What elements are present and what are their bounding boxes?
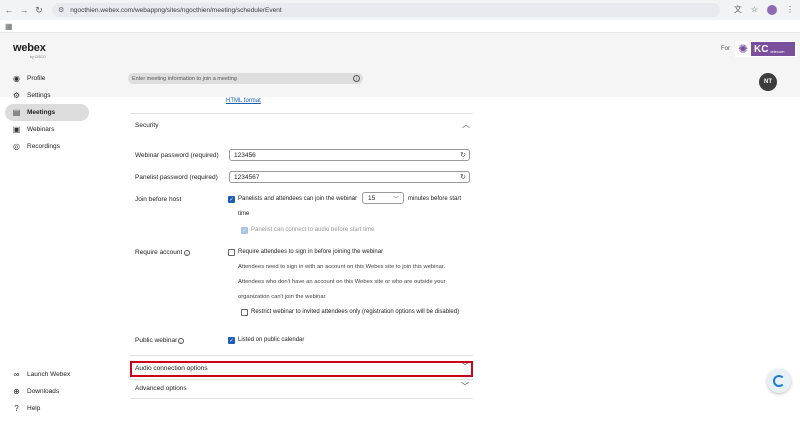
bookmarks-bar: ▦ <box>0 20 800 33</box>
browser-actions: 文 ☆ ⋮ <box>734 4 794 15</box>
sidebar-item-downloads[interactable]: ⊕ Downloads <box>5 383 89 400</box>
divider <box>130 113 473 114</box>
minutes-before-text: minutes before start <box>408 196 462 202</box>
org-logo: ✺ KC telecom <box>735 41 797 57</box>
sidebar-item-label: Settings <box>27 92 51 99</box>
regenerate-icon[interactable]: ↻ <box>460 173 466 181</box>
reload-icon[interactable]: ↻ <box>33 4 45 16</box>
security-section-title: Security <box>135 122 159 129</box>
help-icon: ? <box>14 404 19 413</box>
divider <box>130 398 473 399</box>
assistant-icon <box>773 375 785 387</box>
sidebar-item-launch-webex[interactable]: ∞ Launch Webex <box>5 366 89 383</box>
sidebar-item-profile[interactable]: ◉ Profile <box>5 70 89 87</box>
sidebar-item-webinars[interactable]: ▣ Webinars <box>5 121 89 138</box>
advanced-options-title[interactable]: Advanced options <box>135 385 187 392</box>
sidebar-item-label: Recordings <box>27 143 60 150</box>
sidebar-item-help[interactable]: ? Help <box>5 400 89 417</box>
avatar[interactable]: NT <box>759 73 777 91</box>
info-icon[interactable]: i <box>178 338 184 344</box>
sidebar-item-meetings[interactable]: ▤ Meetings <box>5 104 89 121</box>
minutes-value: 15 <box>368 194 376 202</box>
public-webinar-checkbox[interactable]: ✓ <box>228 337 235 344</box>
join-before-host-checkbox[interactable]: ✓ <box>228 196 235 203</box>
join-before-host-label: Join before host <box>135 196 182 203</box>
schedule-form: HTML format Security ︿ Webinar password … <box>95 97 800 421</box>
record-icon: ◎ <box>13 142 20 151</box>
browser-profile-icon[interactable] <box>767 4 777 15</box>
sidebar-item-label: Launch Webex <box>27 371 71 378</box>
require-account-text: Require attendees to sign in before join… <box>238 249 384 255</box>
sidebar-item-recordings[interactable]: ◎ Recordings <box>5 138 89 155</box>
info-icon[interactable]: i <box>353 75 360 82</box>
calendar-icon: ▤ <box>12 108 21 117</box>
panelist-password-label: Panelist password (required) <box>135 174 218 181</box>
org-swirl-icon: ✺ <box>737 42 749 56</box>
url-text: ngocthien.webex.com/webappng/sites/ngoct… <box>70 6 282 14</box>
require-account-checkbox[interactable] <box>228 249 235 256</box>
org-logo-sub: telecom <box>770 48 785 54</box>
webinar-password-value: 123456 <box>234 151 256 159</box>
panelist-password-field[interactable]: 1234567 ↻ <box>229 171 470 183</box>
panelist-audio-checkbox: ✓ <box>241 227 248 234</box>
public-webinar-label: Public webinar <box>135 337 178 344</box>
restrict-invited-text: Restrict webinar to invited attendees on… <box>251 309 460 315</box>
search-placeholder: Enter meeting information to join a meet… <box>132 75 237 82</box>
forward-icon[interactable]: → <box>18 4 30 16</box>
divider <box>130 355 473 356</box>
require-help-line-2: Attendees who don't have an account on t… <box>238 279 446 285</box>
restrict-invited-checkbox[interactable] <box>241 309 248 316</box>
audio-options-title: Audio connection options <box>135 365 208 372</box>
join-meeting-search[interactable]: Enter meeting information to join a meet… <box>128 73 363 84</box>
html-format-link[interactable]: HTML format <box>226 98 261 104</box>
require-account-label: Require account <box>135 249 183 256</box>
chevron-up-icon[interactable]: ︿ <box>462 119 470 130</box>
sidebar-item-label: Profile <box>27 75 46 82</box>
address-bar[interactable]: ⚙ ngocthien.webex.com/webappng/sites/ngo… <box>52 3 720 17</box>
site-settings-icon[interactable]: ⚙ <box>58 6 64 14</box>
chevron-down-icon[interactable]: ﹀ <box>461 361 469 372</box>
chevron-down-icon[interactable]: ﹀ <box>461 381 469 392</box>
webex-logo: webex <box>13 42 46 54</box>
public-webinar-text: Listed on public calendar <box>238 337 305 343</box>
minutes-select[interactable]: 15 ﹀ <box>362 192 404 204</box>
gear-icon: ⚙ <box>12 91 21 100</box>
webex-icon: ∞ <box>13 370 20 379</box>
translate-icon[interactable]: 文 <box>734 4 742 15</box>
info-icon[interactable]: i <box>184 250 190 256</box>
sidebar-item-settings[interactable]: ⚙ Settings <box>5 87 89 104</box>
chevron-down-icon: ﹀ <box>392 197 399 203</box>
time-text: time <box>238 211 250 217</box>
for-label: For <box>721 46 730 52</box>
bookmark-star-icon[interactable]: ☆ <box>751 5 758 14</box>
webinar-icon: ▣ <box>12 125 21 134</box>
cisco-sublogo: by CISCO <box>30 55 46 59</box>
app-header: webex by CISCO For ✺ KC telecom Enter mee… <box>0 33 800 97</box>
require-help-line-1: Attendees need to sign in with an accoun… <box>238 264 446 270</box>
sidebar-item-label: Webinars <box>27 126 55 133</box>
back-icon[interactable]: ← <box>3 4 15 16</box>
divider <box>130 379 473 380</box>
sidebar-item-label: Downloads <box>27 388 60 395</box>
sidebar-item-label: Meetings <box>27 109 56 116</box>
webinar-password-label: Webinar password (required) <box>135 152 219 159</box>
sidebar-item-label: Help <box>27 405 41 412</box>
require-help-line-3: organization can't join the webinar. <box>238 294 327 300</box>
panelist-audio-text: Panelist can connect to audio before sta… <box>251 227 375 233</box>
org-logo-text: KC <box>754 43 769 55</box>
assistant-button[interactable] <box>767 369 791 393</box>
browser-toolbar: ← → ↻ ⚙ ngocthien.webex.com/webappng/sit… <box>0 0 800 20</box>
browser-menu-icon[interactable]: ⋮ <box>786 5 794 14</box>
apps-grid-icon[interactable]: ▦ <box>5 22 13 31</box>
person-icon: ◉ <box>13 74 20 83</box>
webinar-password-field[interactable]: 123456 ↻ <box>229 149 470 161</box>
regenerate-icon[interactable]: ↻ <box>460 151 466 159</box>
join-before-host-text: Panelists and attendees can join the web… <box>238 196 358 202</box>
download-icon: ⊕ <box>13 387 20 396</box>
sidebar: ◉ Profile ⚙ Settings ▤ Meetings ▣ Webina… <box>0 70 95 421</box>
panelist-password-value: 1234567 <box>234 173 260 181</box>
